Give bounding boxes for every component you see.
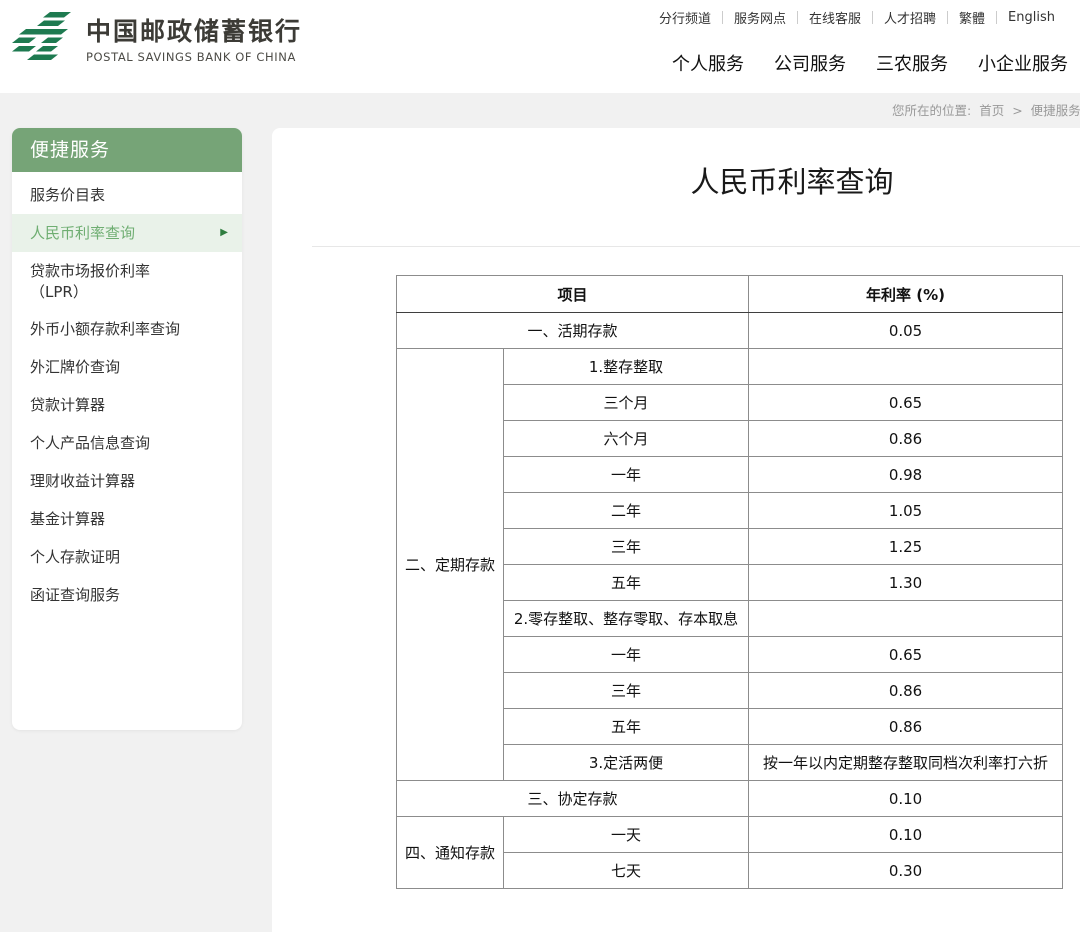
- term-label: 七天: [504, 853, 749, 889]
- site-header: 中国邮政储蓄银行 POSTAL SAVINGS BANK OF CHINA 分行…: [0, 0, 1080, 93]
- term-label: 一年: [504, 637, 749, 673]
- sub-label: 1.整存整取: [504, 349, 749, 385]
- rate-value-empty: [749, 601, 1063, 637]
- main-nav: 个人服务 公司服务 三农服务 小企业服务: [672, 50, 1068, 76]
- table-row-agreement-deposit: 三、协定存款 0.10: [397, 781, 1063, 817]
- sidebar-title: 便捷服务: [12, 128, 242, 172]
- utility-link-english[interactable]: English: [997, 10, 1066, 25]
- sidebar-item-confirmation-service[interactable]: 函证查询服务: [12, 576, 242, 614]
- sub-label: 2.零存整取、整存零取、存本取息: [504, 601, 749, 637]
- term-label: 三年: [504, 673, 749, 709]
- utility-nav: 分行频道 服务网点 在线客服 人才招聘 繁體 English: [648, 8, 1066, 27]
- utility-link-branch-channel[interactable]: 分行频道: [648, 8, 722, 27]
- rate-value: 0.86: [749, 421, 1063, 457]
- nav-small-business-services[interactable]: 小企业服务: [978, 50, 1068, 76]
- sidebar-item-fund-calculator[interactable]: 基金计算器: [12, 500, 242, 538]
- sidebar-item-label: 贷款市场报价利率: [30, 261, 242, 282]
- sidebar-item-label: 人民币利率查询: [30, 214, 135, 252]
- sidebar-item-foreign-currency-rate[interactable]: 外币小额存款利率查询: [12, 310, 242, 348]
- rate-value: 0.86: [749, 673, 1063, 709]
- term-label: 一天: [504, 817, 749, 853]
- rate-value: 0.05: [749, 313, 1063, 349]
- utility-link-traditional-chinese[interactable]: 繁體: [948, 8, 996, 27]
- nav-rural-services[interactable]: 三农服务: [876, 50, 948, 76]
- table-row-demand-deposit: 一、活期存款 0.05: [397, 313, 1063, 349]
- row-label: 一、活期存款: [397, 313, 749, 349]
- chevron-right-icon: ▶: [220, 228, 228, 238]
- sidebar-item-personal-product-inquiry[interactable]: 个人产品信息查询: [12, 424, 242, 462]
- term-label: 一年: [504, 457, 749, 493]
- rmb-rate-table: 项目 年利率 (%) 一、活期存款 0.05 二、定期存款 1.整存整取 三个月…: [396, 275, 1063, 889]
- brand-name-cn: 中国邮政储蓄银行: [86, 17, 302, 47]
- divider: [312, 246, 1080, 247]
- rate-value: 0.86: [749, 709, 1063, 745]
- utility-link-online-service[interactable]: 在线客服: [798, 8, 872, 27]
- brand-logo[interactable]: 中国邮政储蓄银行 POSTAL SAVINGS BANK OF CHINA: [10, 10, 302, 70]
- rate-value: 0.98: [749, 457, 1063, 493]
- rate-note: 按一年以内定期整存整取同档次利率打六折: [749, 745, 1063, 781]
- rate-value: 0.10: [749, 817, 1063, 853]
- table-header-row: 项目 年利率 (%): [397, 276, 1063, 313]
- sidebar: 便捷服务 服务价目表 人民币利率查询 ▶ 贷款市场报价利率 （LPR） 外币小额…: [12, 128, 242, 730]
- sidebar-item-forex-quotes[interactable]: 外汇牌价查询: [12, 348, 242, 386]
- breadcrumb-separator: >: [1012, 103, 1022, 118]
- sidebar-item-deposit-certificate[interactable]: 个人存款证明: [12, 538, 242, 576]
- sidebar-item-service-price-list[interactable]: 服务价目表: [12, 176, 242, 214]
- sub-label: 3.定活两便: [504, 745, 749, 781]
- column-header-item: 项目: [397, 276, 749, 313]
- rate-value: 0.10: [749, 781, 1063, 817]
- sidebar-item-label-line2: （LPR）: [30, 282, 242, 303]
- rate-value: 1.25: [749, 529, 1063, 565]
- rate-value: 0.65: [749, 385, 1063, 421]
- sidebar-item-loan-calculator[interactable]: 贷款计算器: [12, 386, 242, 424]
- sidebar-menu: 服务价目表 人民币利率查询 ▶ 贷款市场报价利率 （LPR） 外币小额存款利率查…: [12, 176, 242, 614]
- main-content-panel: 人民币利率查询 项目 年利率 (%) 一、活期存款 0.05 二、定期存款 1.…: [272, 128, 1080, 932]
- breadcrumb-home-link[interactable]: 首页: [979, 103, 1004, 118]
- table-row-lump-sum-title: 二、定期存款 1.整存整取: [397, 349, 1063, 385]
- nav-personal-services[interactable]: 个人服务: [672, 50, 744, 76]
- term-label: 二年: [504, 493, 749, 529]
- term-label: 五年: [504, 565, 749, 601]
- breadcrumb-prefix: 您所在的位置:: [892, 103, 971, 118]
- page-title: 人民币利率查询: [272, 128, 1080, 202]
- rate-value: 0.65: [749, 637, 1063, 673]
- rate-value: 0.30: [749, 853, 1063, 889]
- breadcrumb-current[interactable]: 便捷服务: [1031, 103, 1080, 118]
- sidebar-item-lpr[interactable]: 贷款市场报价利率 （LPR）: [12, 252, 242, 310]
- psbc-emblem-icon: [10, 10, 74, 70]
- row-label-notice-deposit: 四、通知存款: [397, 817, 504, 889]
- rate-value: 1.05: [749, 493, 1063, 529]
- rate-value-empty: [749, 349, 1063, 385]
- nav-corporate-services[interactable]: 公司服务: [774, 50, 846, 76]
- utility-link-recruitment[interactable]: 人才招聘: [873, 8, 947, 27]
- row-label-fixed-deposit: 二、定期存款: [397, 349, 504, 781]
- column-header-rate: 年利率 (%): [749, 276, 1063, 313]
- term-label: 三个月: [504, 385, 749, 421]
- utility-link-service-outlets[interactable]: 服务网点: [723, 8, 797, 27]
- term-label: 六个月: [504, 421, 749, 457]
- row-label: 三、协定存款: [397, 781, 749, 817]
- term-label: 三年: [504, 529, 749, 565]
- breadcrumb: 您所在的位置: 首页 > 便捷服务: [892, 100, 1080, 119]
- table-row-notice-1d: 四、通知存款 一天 0.10: [397, 817, 1063, 853]
- term-label: 五年: [504, 709, 749, 745]
- brand-name-en: POSTAL SAVINGS BANK OF CHINA: [86, 50, 302, 64]
- sidebar-item-wealth-calculator[interactable]: 理财收益计算器: [12, 462, 242, 500]
- sidebar-item-rmb-rate-inquiry[interactable]: 人民币利率查询 ▶: [12, 214, 242, 252]
- rate-value: 1.30: [749, 565, 1063, 601]
